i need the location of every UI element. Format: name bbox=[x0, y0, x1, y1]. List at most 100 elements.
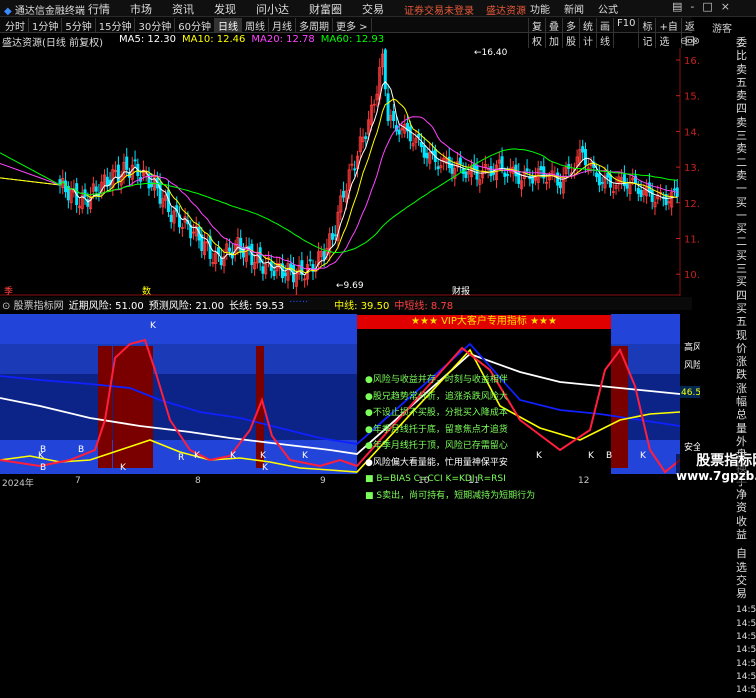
side-label[interactable]: 买一 bbox=[736, 196, 756, 223]
vip-tip: ●风险与收益并存，时刻与收益相伴 bbox=[365, 375, 508, 385]
multi-stock-button[interactable]: 多股 bbox=[562, 18, 579, 48]
side-label[interactable]: 买四 bbox=[736, 275, 756, 302]
tab-15min[interactable]: 15分钟 bbox=[96, 18, 136, 33]
side-label[interactable]: 卖四 bbox=[736, 89, 756, 116]
candle-body bbox=[133, 159, 137, 162]
restore-rights-button[interactable]: 复权 bbox=[528, 18, 545, 48]
price-tick-label: 13.00 bbox=[684, 163, 700, 174]
candle-body bbox=[556, 172, 560, 186]
candle-body bbox=[397, 129, 401, 135]
side-label[interactable]: 现价 bbox=[736, 329, 756, 356]
vip-tip: ●不设止损不买股，分批买入降成本 bbox=[365, 408, 508, 418]
candle-body bbox=[458, 157, 462, 165]
candle-body bbox=[419, 141, 423, 148]
tab-multi-period[interactable]: 多周期 bbox=[296, 18, 333, 33]
side-label[interactable]: 买三 bbox=[736, 249, 756, 276]
side-label[interactable]: 买二 bbox=[736, 222, 756, 249]
side-label[interactable]: 涨跌 bbox=[736, 355, 756, 382]
menu-formula[interactable]: 公式 bbox=[598, 1, 618, 16]
time-label: 14:50 bbox=[736, 605, 756, 616]
side-label[interactable]: 涨幅 bbox=[736, 382, 756, 409]
chart-toolbar: 分时 1分钟 5分钟 15分钟 30分钟 60分钟 日线 周线 月线 多周期 更… bbox=[0, 17, 695, 48]
low-price-label: ←9.69 bbox=[336, 281, 364, 291]
side-label[interactable]: 委比 bbox=[736, 36, 756, 63]
candle-body bbox=[322, 251, 326, 260]
trade-button[interactable]: 交易 bbox=[736, 574, 756, 601]
candle-body bbox=[386, 93, 390, 122]
draw-line-button[interactable]: 画线 bbox=[596, 18, 613, 48]
tab-5min[interactable]: 5分钟 bbox=[62, 18, 96, 33]
tab-1min[interactable]: 1分钟 bbox=[29, 18, 63, 33]
event-marker: 季 bbox=[4, 285, 13, 296]
stock-name-link[interactable]: 盛达资源 bbox=[486, 2, 526, 17]
price-tick-label: 16.00 bbox=[684, 56, 700, 67]
add-favorite-button[interactable]: +自选 bbox=[655, 18, 680, 48]
candle-body bbox=[228, 247, 232, 252]
side-label[interactable]: 卖二 bbox=[736, 142, 756, 169]
tab-daily[interactable]: 日线 bbox=[214, 18, 242, 33]
ma20-value: MA20: 12.78 bbox=[251, 34, 315, 45]
menu-newsfeed[interactable]: 新闻 bbox=[564, 1, 584, 16]
date-label: 7 bbox=[75, 476, 81, 486]
candle-body bbox=[425, 152, 429, 159]
mark-button[interactable]: 标记 bbox=[638, 18, 655, 48]
tab-weekly[interactable]: 周线 bbox=[242, 18, 269, 33]
candle-body bbox=[597, 173, 601, 186]
tab-60min[interactable]: 60分钟 bbox=[175, 18, 215, 33]
maximize-icon[interactable]: □ bbox=[702, 0, 712, 13]
vip-tip: ●股兄趋势常分析，追涨杀跌风险大 bbox=[365, 391, 508, 402]
date-label: 11 bbox=[468, 476, 480, 486]
guest-label[interactable]: 游客 bbox=[712, 20, 732, 35]
notification-icon[interactable]: ▤ bbox=[672, 0, 682, 13]
indicator-name[interactable]: ⊙ 股票指标网 bbox=[2, 297, 64, 312]
menu-quotes[interactable]: 行情 bbox=[88, 1, 110, 17]
high-price-label: ←16.40 bbox=[474, 48, 508, 58]
side-label[interactable]: 收益 bbox=[736, 515, 756, 542]
side-label[interactable]: 卖一 bbox=[736, 169, 756, 196]
menu-discover[interactable]: 发现 bbox=[214, 1, 236, 17]
side-label[interactable]: 净资 bbox=[736, 488, 756, 515]
side-label[interactable]: 总量 bbox=[736, 408, 756, 435]
indicator-chart[interactable]: KKBKKKKKBBRKBKKKK高风风险安全46.5 bbox=[0, 310, 700, 476]
candle-body bbox=[239, 237, 243, 253]
long-line-value: 长线: 59.53 bbox=[228, 301, 285, 312]
kline-chart[interactable]: 16.00 15.00 14.00 13.00 12.00 11.00 10.00 ←16.4… bbox=[0, 48, 700, 296]
chart-settings-icons[interactable]: ⊖ ⊗ bbox=[680, 36, 700, 47]
vip-tip: ●风险偏大看量能，忙用量神保平安 bbox=[365, 457, 508, 468]
tab-monthly[interactable]: 月线 bbox=[269, 18, 296, 33]
candle-body bbox=[492, 171, 496, 175]
date-label: 8 bbox=[195, 476, 201, 486]
f10-button[interactable]: F10 bbox=[613, 18, 638, 48]
tab-timeshare[interactable]: 分时 bbox=[2, 18, 29, 33]
login-status-link[interactable]: 证券交易未登录 bbox=[404, 2, 474, 17]
tab-more[interactable]: 更多 > bbox=[333, 18, 372, 33]
mid-line-value: 中线: 39.50 bbox=[334, 301, 390, 312]
statistics-button[interactable]: 统计 bbox=[579, 18, 596, 48]
candle-body bbox=[308, 259, 312, 262]
date-label: 12 bbox=[578, 476, 590, 486]
price-tick-label: 15.00 bbox=[684, 92, 700, 103]
side-label[interactable]: 卖三 bbox=[736, 116, 756, 143]
candle-body bbox=[342, 190, 346, 198]
overlay-button[interactable]: 叠加 bbox=[545, 18, 562, 48]
menu-function[interactable]: 功能 bbox=[530, 1, 550, 16]
menu-ask[interactable]: 问小达 bbox=[256, 1, 289, 17]
candle-body bbox=[600, 181, 604, 184]
candle-body bbox=[353, 168, 357, 171]
minimize-icon[interactable]: - bbox=[690, 0, 694, 13]
price-tick-label: 10.00 bbox=[684, 270, 700, 281]
side-label[interactable]: 卖五 bbox=[736, 63, 756, 90]
chart-tools: 复权 叠加 多股 统计 画线 F10 标记 +自选 返回 bbox=[528, 18, 698, 48]
favorite-button[interactable]: 自选 bbox=[736, 547, 756, 574]
close-icon[interactable]: × bbox=[721, 0, 730, 13]
menu-trade[interactable]: 交易 bbox=[362, 1, 384, 17]
side-label[interactable]: 买五 bbox=[736, 302, 756, 329]
tab-30min[interactable]: 30分钟 bbox=[135, 18, 176, 33]
menu-news[interactable]: 资讯 bbox=[172, 1, 194, 17]
menu-wealth[interactable]: 财富圈 bbox=[309, 1, 342, 17]
menu-market[interactable]: 市场 bbox=[130, 1, 152, 17]
candle-body bbox=[503, 172, 507, 177]
app-logo: ◆ 通达信金融终端 bbox=[4, 2, 85, 17]
candle-body bbox=[464, 171, 468, 178]
candle-body bbox=[330, 233, 334, 240]
